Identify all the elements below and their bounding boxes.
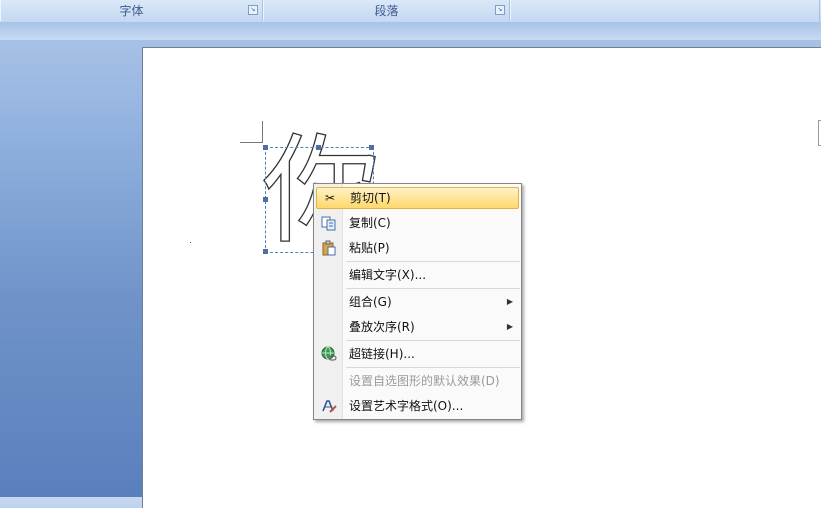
- copy-icon: [321, 215, 337, 231]
- context-menu: ✂ 剪切(T) 复制(C) 粘贴(P) 编辑文字(X)... 组合(G) ▶ 叠…: [313, 183, 522, 420]
- menu-item-group-label: 组合(G): [349, 295, 392, 309]
- menu-item-cut-label: 剪切(T): [350, 191, 391, 205]
- menu-item-group[interactable]: 组合(G) ▶: [316, 291, 519, 313]
- resize-handle-middle-left[interactable]: [263, 197, 268, 202]
- menu-item-set-default-effect-label: 设置自选图形的默认效果(D): [349, 374, 500, 388]
- menu-item-set-default-effect: 设置自选图形的默认效果(D): [316, 370, 519, 392]
- ribbon-group-paragraph-label: 段落: [374, 4, 399, 18]
- resize-handle-top-right[interactable]: [369, 145, 374, 150]
- menu-item-format-wordart[interactable]: 设置艺术字格式(O)...: [316, 395, 519, 417]
- ribbon-group-font: 字体 ↘: [0, 0, 263, 21]
- menu-separator: [346, 288, 520, 289]
- menu-item-edit-text[interactable]: 编辑文字(X)...: [316, 264, 519, 286]
- ribbon-bottom-band: [0, 22, 821, 40]
- menu-item-edit-text-label: 编辑文字(X)...: [349, 268, 427, 282]
- ribbon-group-styles: [510, 0, 820, 21]
- menu-item-order[interactable]: 叠放次序(R) ▶: [316, 316, 519, 338]
- menu-item-paste-label: 粘贴(P): [349, 241, 390, 255]
- menu-separator: [346, 340, 520, 341]
- paste-icon: [321, 240, 337, 256]
- menu-item-paste[interactable]: 粘贴(P): [316, 237, 519, 259]
- menu-item-order-label: 叠放次序(R): [349, 320, 415, 334]
- font-dialog-launcher-icon[interactable]: ↘: [248, 5, 258, 15]
- crop-mark-horizontal: [240, 142, 263, 143]
- resize-handle-top-middle[interactable]: [316, 145, 321, 150]
- ribbon-group-font-label: 字体: [119, 4, 144, 18]
- paragraph-dialog-launcher-icon[interactable]: ↘: [495, 5, 505, 15]
- menu-item-cut[interactable]: ✂ 剪切(T): [316, 187, 519, 209]
- menu-item-format-wordart-label: 设置艺术字格式(O)...: [349, 399, 464, 413]
- format-wordart-icon: [321, 398, 337, 414]
- resize-handle-top-left[interactable]: [263, 145, 268, 150]
- ribbon-group-paragraph: 段落 ↘: [263, 0, 510, 21]
- hyperlink-globe-icon: [321, 346, 337, 362]
- menu-separator: [346, 367, 520, 368]
- submenu-arrow-icon: ▶: [506, 297, 513, 306]
- paragraph-dot: [190, 242, 191, 243]
- resize-handle-bottom-left[interactable]: [263, 249, 268, 254]
- menu-item-copy[interactable]: 复制(C): [316, 212, 519, 234]
- menu-item-hyperlink[interactable]: 超链接(H)...: [316, 343, 519, 365]
- submenu-arrow-icon: ▶: [506, 322, 513, 331]
- ribbon-group-bar: 字体 ↘ 段落 ↘: [0, 0, 821, 23]
- scissors-icon: ✂: [324, 191, 336, 205]
- menu-item-copy-label: 复制(C): [349, 216, 391, 230]
- menu-separator: [346, 261, 520, 262]
- menu-item-hyperlink-label: 超链接(H)...: [349, 347, 415, 361]
